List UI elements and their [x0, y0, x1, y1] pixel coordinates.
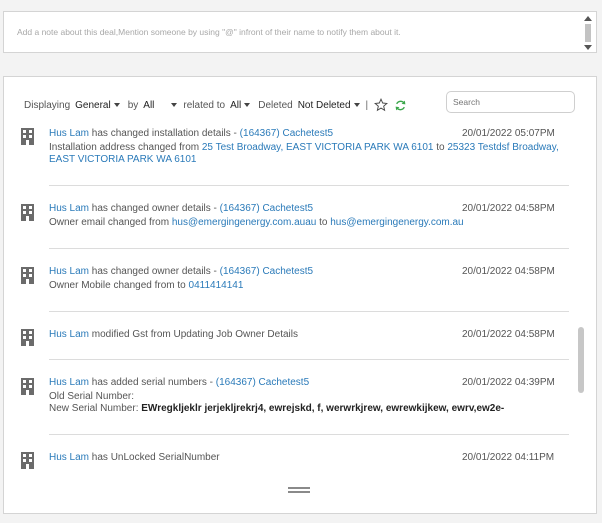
star-icon[interactable] [374, 98, 389, 112]
activity-timestamp: 20/01/2022 04:58PM [462, 329, 555, 340]
activity-timestamp: 20/01/2022 04:58PM [462, 266, 555, 277]
activity-title: Hus Lam has UnLocked SerialNumber [49, 452, 220, 463]
by-label: by [127, 99, 139, 111]
divider [49, 185, 569, 186]
user-link[interactable]: Hus Lam [49, 329, 89, 340]
new-mobile-link[interactable]: 0411414141 [189, 280, 244, 291]
refresh-icon[interactable] [394, 99, 407, 112]
activity-title: Hus Lam has changed owner details - (164… [49, 203, 314, 214]
old-address-link[interactable]: 25 Test Broadway, EAST VICTORIA PARK WA … [202, 142, 434, 153]
building-icon [21, 267, 34, 284]
job-link[interactable]: (164367) Cachetest5 [220, 203, 313, 214]
activity-scrollbar-thumb[interactable] [578, 327, 584, 393]
old-email-link[interactable]: hus@emergingenergy.com.auau [172, 217, 317, 228]
related-to-dropdown[interactable]: All [230, 100, 258, 111]
new-email-link[interactable]: hus@emergingenergy.com.au [330, 217, 463, 228]
chevron-down-icon [353, 103, 360, 107]
displaying-dropdown[interactable]: General [75, 100, 128, 111]
activity-panel: Displaying General by All related to All… [3, 76, 597, 514]
divider [49, 248, 569, 249]
user-link[interactable]: Hus Lam [49, 266, 89, 277]
activity-timestamp: 20/01/2022 04:39PM [462, 377, 555, 388]
search-input[interactable] [446, 91, 575, 113]
chevron-down-icon [113, 103, 120, 107]
chevron-down-icon [244, 103, 251, 107]
activity-title: Hus Lam has added serial numbers - (1643… [49, 377, 310, 388]
old-serial-label: Old Serial Number: [49, 391, 135, 402]
related-to-label: related to [183, 99, 226, 111]
note-placeholder: Add a note about this deal,Mention someo… [17, 27, 401, 37]
activity-detail: Installation address changed from 25 Tes… [49, 142, 559, 153]
deleted-label: Deleted [258, 99, 293, 111]
activity-timestamp: 20/01/2022 04:11PM [462, 452, 555, 463]
user-link[interactable]: Hus Lam [49, 203, 89, 214]
divider [49, 434, 569, 435]
building-icon [21, 329, 34, 346]
activity-detail-cont: EAST VICTORIA PARK WA 6101 [49, 154, 196, 165]
chevron-down-icon[interactable] [171, 103, 178, 107]
job-link[interactable]: (164367) Cachetest5 [216, 377, 309, 388]
user-link[interactable]: Hus Lam [49, 377, 89, 388]
activity-title: Hus Lam modified Gst from Updating Job O… [49, 329, 298, 340]
user-link[interactable]: Hus Lam [49, 452, 89, 463]
by-dropdown[interactable]: All [143, 100, 157, 111]
building-icon [21, 128, 34, 145]
building-icon [21, 204, 34, 221]
separator: | [365, 99, 369, 111]
note-scroll-thumb[interactable] [585, 24, 591, 42]
divider [49, 311, 569, 312]
building-icon [21, 378, 34, 395]
activity-title: Hus Lam has changed owner details - (164… [49, 266, 314, 277]
note-textarea[interactable]: Add a note about this deal,Mention someo… [3, 11, 597, 53]
job-link[interactable]: (164367) Cachetest5 [220, 266, 313, 277]
resize-grip-icon[interactable] [288, 487, 310, 489]
activity-detail: New Serial Number: EWregkljeklr jerjeklj… [49, 403, 505, 414]
activity-timestamp: 20/01/2022 05:07PM [462, 128, 555, 139]
filter-bar: Displaying General by All related to All… [24, 98, 407, 112]
resize-grip-icon[interactable] [288, 491, 310, 493]
activity-title: Hus Lam has changed installation details… [49, 128, 334, 139]
job-link[interactable]: (164367) Cachetest5 [240, 128, 333, 139]
divider [49, 359, 569, 360]
new-serial-value: EWregkljeklr jerjekljrekrj4, ewrejskd, f… [141, 403, 505, 414]
deleted-dropdown[interactable]: Not Deleted [298, 100, 364, 111]
new-address-link[interactable]: 25323 Testdsf Broadway, [447, 142, 558, 153]
scroll-down-arrow-icon[interactable] [584, 45, 592, 50]
displaying-label: Displaying [24, 99, 71, 111]
activity-detail: Owner Mobile changed from to 0411414141 [49, 280, 244, 291]
building-icon [21, 452, 34, 469]
new-address-link[interactable]: EAST VICTORIA PARK WA 6101 [49, 154, 196, 165]
scroll-up-arrow-icon[interactable] [584, 16, 592, 21]
note-scrollbar[interactable] [584, 15, 592, 51]
user-link[interactable]: Hus Lam [49, 128, 89, 139]
activity-detail: Owner email changed from hus@emergingene… [49, 217, 464, 228]
activity-timestamp: 20/01/2022 04:58PM [462, 203, 555, 214]
